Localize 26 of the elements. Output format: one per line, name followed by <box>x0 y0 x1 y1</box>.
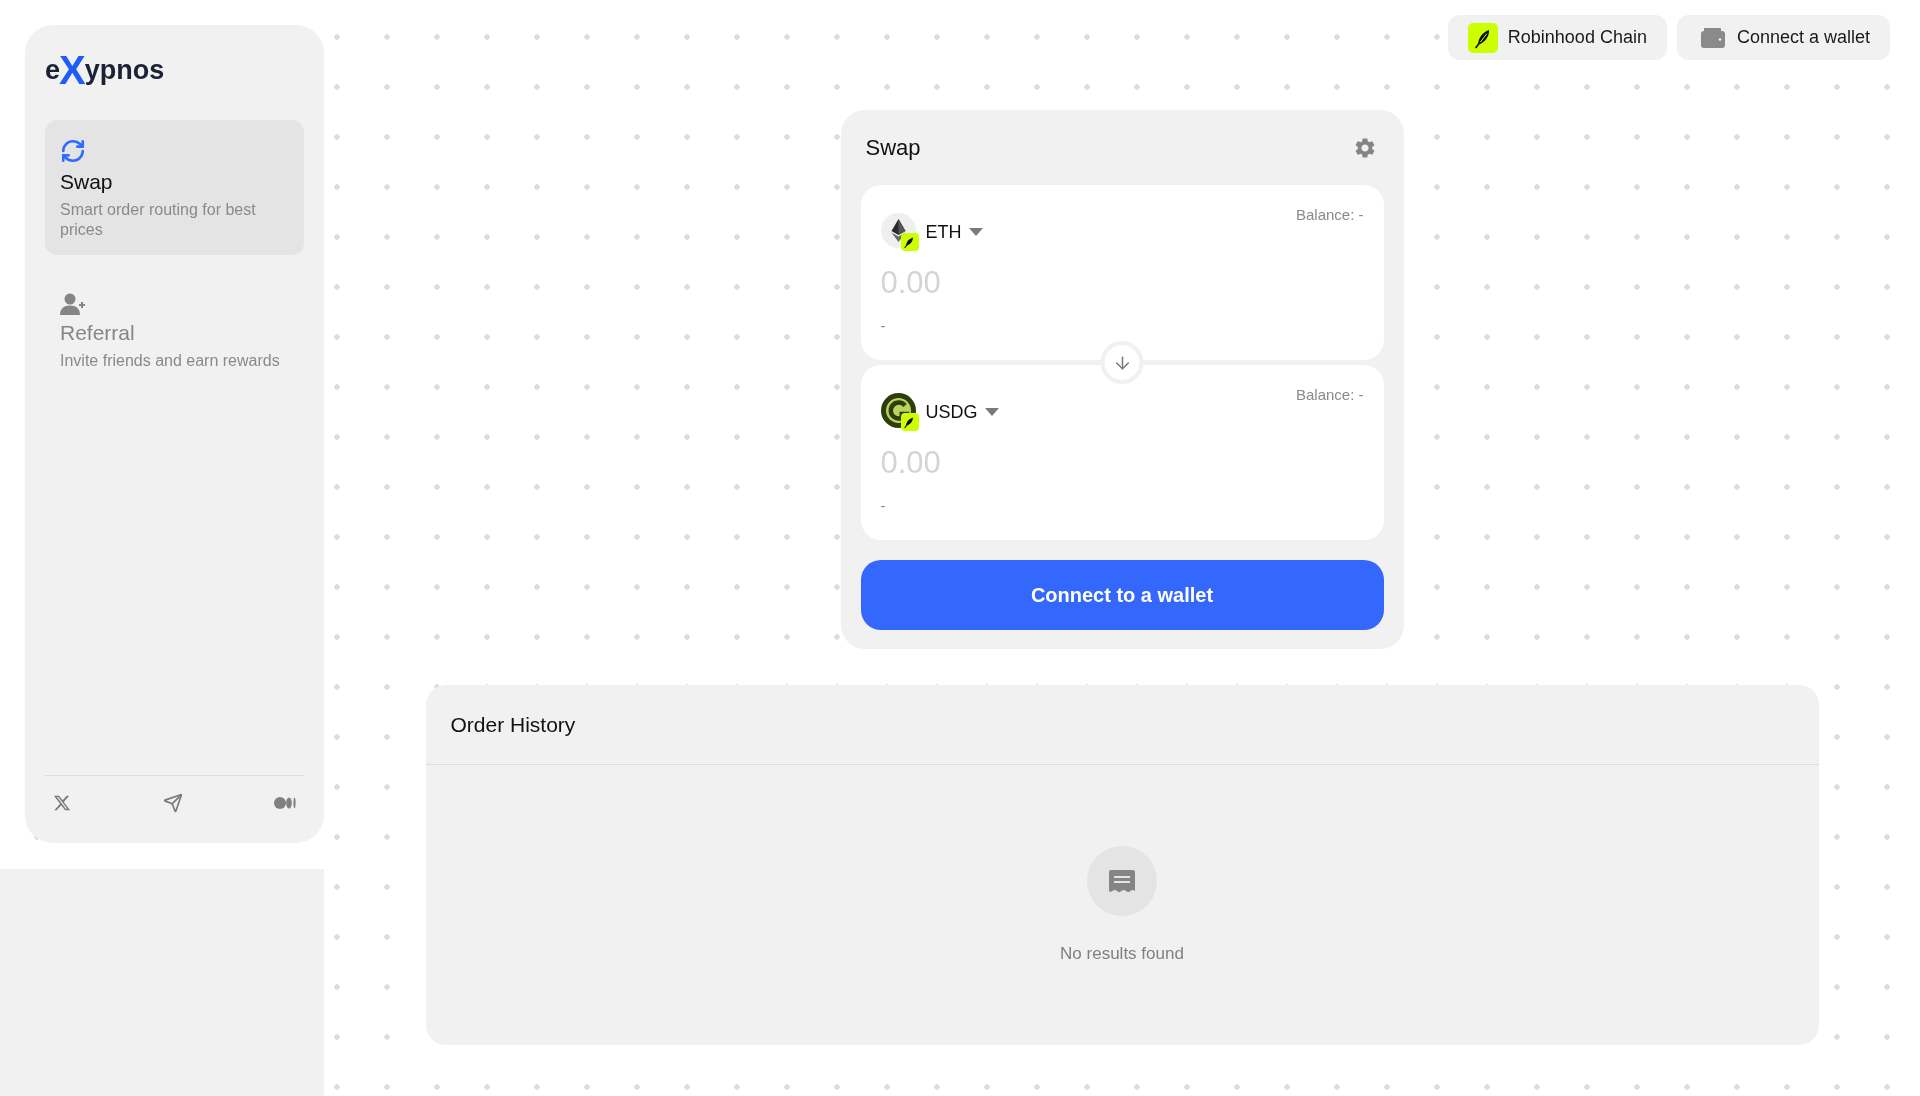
x-logo-icon[interactable] <box>53 794 71 812</box>
caret-icon <box>984 408 999 416</box>
logo: eXypnos <box>45 50 165 90</box>
refresh-icon <box>60 138 86 164</box>
paper-plane-icon[interactable] <box>162 793 183 813</box>
empty-state-text: No results found <box>1060 943 1184 965</box>
token-icon <box>880 213 919 251</box>
caret-icon <box>968 228 983 236</box>
balance-text: Balance: - <box>1295 205 1364 225</box>
receipt-icon <box>1087 846 1157 916</box>
feather-icon <box>1467 22 1498 53</box>
card-title: Swap <box>865 134 921 162</box>
fiat-value-text: - <box>880 316 886 336</box>
balance-text: Balance: - <box>1295 385 1364 405</box>
user-plus-icon <box>60 293 86 315</box>
token-selector[interactable]: USDG <box>880 393 999 431</box>
connect-wallet-button[interactable]: Connect a wallet <box>1676 15 1890 60</box>
token-selector[interactable]: ETH <box>880 213 983 251</box>
network-button[interactable]: Robinhood Chain <box>1447 15 1667 60</box>
token-icon <box>880 393 919 431</box>
circles-icon[interactable] <box>274 797 296 809</box>
wallet-icon <box>1700 27 1725 48</box>
connect-button[interactable]: Connect to a wallet <box>860 560 1384 630</box>
panel-title: Order History <box>450 711 576 738</box>
fiat-value-text: - <box>880 496 886 516</box>
nav-item[interactable]: Swap Smart order routing for best prices <box>45 120 304 255</box>
